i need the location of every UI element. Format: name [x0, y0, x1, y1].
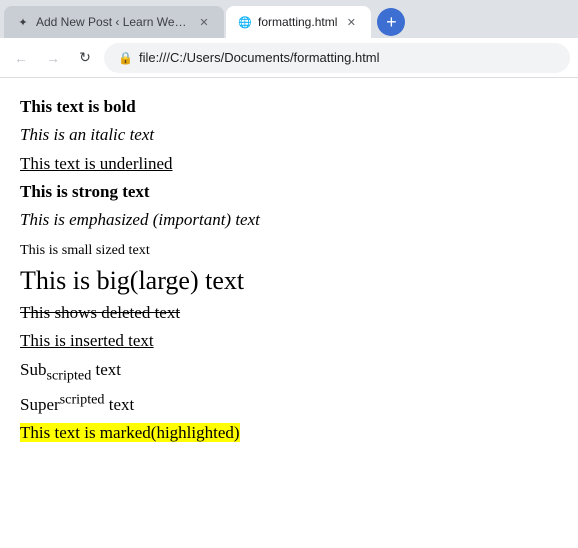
forward-button[interactable]: →: [40, 45, 66, 71]
line-strong: This is strong text: [20, 179, 558, 205]
tab-label-formatting: formatting.html: [258, 15, 337, 29]
text-em: This is emphasized (important) text: [20, 210, 260, 229]
tab-favicon-wordpress: ✦: [16, 15, 30, 29]
line-small: This is small sized text: [20, 236, 558, 262]
text-sub: Subscripted text: [20, 360, 121, 379]
url-text: file:///C:/Users/Documents/formatting.ht…: [139, 50, 380, 65]
tab-label-wordpress: Add New Post ‹ Learn Web With: [36, 15, 190, 29]
text-underline: This text is underlined: [20, 154, 173, 173]
text-del: This shows deleted text: [20, 303, 180, 322]
page-content: This text is bold This is an italic text…: [0, 78, 578, 548]
line-bold: This text is bold: [20, 94, 558, 120]
line-big: This is big(large) text: [20, 264, 558, 298]
address-bar: ← → ↻ 🔒 file:///C:/Users/Documents/forma…: [0, 38, 578, 78]
url-bar[interactable]: 🔒 file:///C:/Users/Documents/formatting.…: [104, 43, 570, 73]
text-mark: This text is marked(highlighted): [20, 423, 240, 442]
text-small: This is small sized text: [20, 242, 150, 258]
back-button[interactable]: ←: [8, 45, 34, 71]
text-italic: This is an italic text: [20, 125, 154, 144]
line-del: This shows deleted text: [20, 300, 558, 326]
reload-button[interactable]: ↻: [72, 45, 98, 71]
text-ins: This is inserted text: [20, 331, 154, 350]
text-sup: Superscripted text: [20, 395, 134, 414]
tab-formatting[interactable]: 🌐 formatting.html ✕: [226, 6, 371, 38]
url-security-icon: 🔒: [118, 51, 133, 65]
text-strong: This is strong text: [20, 182, 150, 201]
line-sub: Subscripted text: [20, 357, 558, 387]
line-mark: This text is marked(highlighted): [20, 420, 558, 446]
browser-window: ✦ Add New Post ‹ Learn Web With ✕ 🌐 form…: [0, 0, 578, 548]
tab-bar: ✦ Add New Post ‹ Learn Web With ✕ 🌐 form…: [0, 0, 578, 38]
tab-wordpress[interactable]: ✦ Add New Post ‹ Learn Web With ✕: [4, 6, 224, 38]
tab-close-formatting[interactable]: ✕: [343, 14, 359, 30]
text-bold: This text is bold: [20, 97, 136, 116]
line-italic: This is an italic text: [20, 122, 558, 148]
line-sup: Superscripted text: [20, 389, 558, 418]
line-underline: This text is underlined: [20, 151, 558, 177]
tab-favicon-formatting: 🌐: [238, 15, 252, 29]
line-ins: This is inserted text: [20, 328, 558, 354]
line-em: This is emphasized (important) text: [20, 207, 558, 233]
tab-close-wordpress[interactable]: ✕: [196, 14, 212, 30]
text-big: This is big(large) text: [20, 266, 244, 295]
new-tab-button[interactable]: +: [377, 8, 405, 36]
